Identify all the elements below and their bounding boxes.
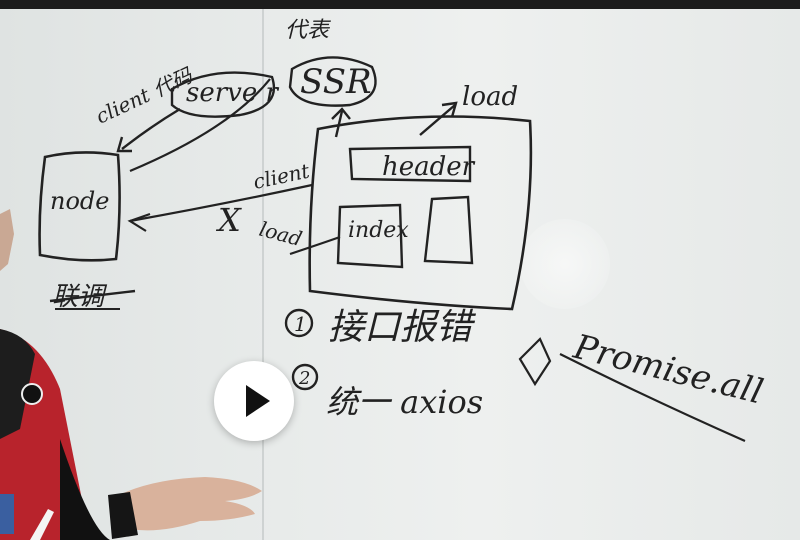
video-frame[interactable]: 代表 SSR serve r client 代码 load node clien…	[0, 9, 800, 540]
load-left-label: load	[257, 217, 305, 251]
index-label: index	[348, 218, 409, 243]
item2-text: 统一 axios	[326, 383, 483, 421]
item1-number: 1	[294, 312, 307, 336]
item1-text: 接口报错	[328, 307, 477, 348]
client-proxy-label: client 代码	[92, 62, 197, 128]
x-mark: X	[215, 201, 242, 239]
play-button[interactable]	[214, 361, 294, 441]
item2-number: 2	[298, 368, 310, 389]
daibiao-top-label: 代表	[285, 18, 331, 43]
play-icon	[246, 385, 270, 417]
load-top-label: load	[462, 82, 518, 112]
node-label: node	[50, 187, 109, 215]
whiteboard-drawing: 代表 SSR serve r client 代码 load node clien…	[0, 18, 767, 540]
top-bar	[0, 0, 800, 9]
struck-test-label: 联调	[52, 282, 108, 312]
server-label: serve r	[186, 78, 279, 108]
promise-all-label: Promise.all	[569, 327, 767, 413]
ssr-label: SSR	[300, 62, 372, 102]
client-mid-label: client	[251, 158, 312, 193]
header-label: header	[382, 152, 476, 182]
